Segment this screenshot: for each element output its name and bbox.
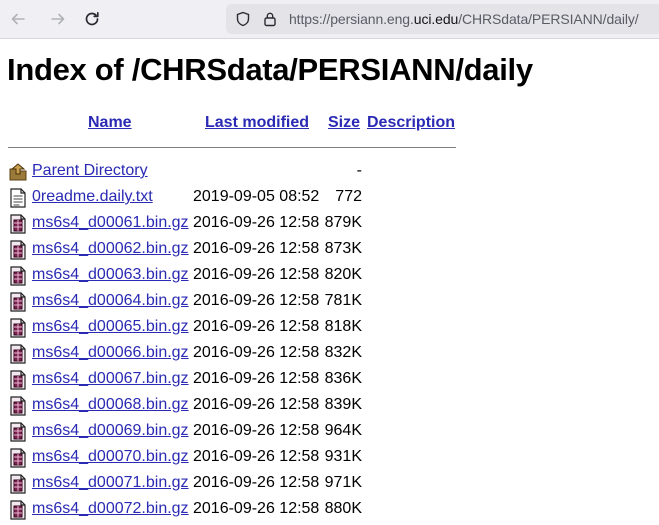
shield-icon[interactable] [235, 11, 251, 27]
file-size: 820K [324, 266, 362, 283]
column-header-description[interactable]: Description [367, 114, 455, 132]
file-link[interactable]: ms6s4_d00069.bin.gz [32, 422, 189, 440]
file-row: ms6s4_d00063.bin.gz 2016-09-26 12:58 820K [0, 263, 659, 289]
column-header-last-modified[interactable]: Last modified [205, 114, 309, 132]
file-date: 2016-09-26 12:58 [193, 474, 320, 491]
file-size: 772 [335, 188, 362, 205]
file-date: 2016-09-26 12:58 [193, 266, 320, 283]
file-row: ms6s4_d00061.bin.gz 2016-09-26 12:58 879K [0, 211, 659, 237]
file-date: 2019-09-05 08:52 [193, 188, 320, 205]
forward-button[interactable] [48, 9, 68, 29]
parent-directory-link[interactable]: Parent Directory [32, 162, 148, 180]
text-file-icon [10, 188, 26, 208]
url-bar[interactable]: https://persiann.eng.uci.edu/CHRSdata/PE… [226, 4, 659, 34]
file-link[interactable]: ms6s4_d00063.bin.gz [32, 266, 189, 284]
archive-file-icon [10, 266, 26, 286]
url-domain: uci.edu [413, 11, 459, 27]
lock-icon[interactable] [262, 11, 278, 27]
file-row: ms6s4_d00062.bin.gz 2016-09-26 12:58 873K [0, 237, 659, 263]
file-link[interactable]: ms6s4_d00065.bin.gz [32, 318, 189, 336]
file-date: 2016-09-26 12:58 [193, 448, 320, 465]
reload-icon [85, 11, 99, 26]
file-size: 879K [324, 214, 362, 231]
column-header-size[interactable]: Size [328, 114, 360, 132]
file-row: ms6s4_d00071.bin.gz 2016-09-26 12:58 971K [0, 471, 659, 497]
file-date: 2016-09-26 12:58 [193, 396, 320, 413]
page-title: Index of /CHRSdata/PERSIANN/daily [7, 52, 533, 87]
url-prefix: https://persiann.eng. [289, 11, 414, 27]
header-divider [8, 147, 456, 148]
file-row: ms6s4_d00072.bin.gz 2016-09-26 12:58 880K [0, 497, 659, 523]
file-date: 2016-09-26 12:58 [193, 370, 320, 387]
back-button[interactable] [8, 9, 28, 29]
file-date: 2016-09-26 12:58 [193, 214, 320, 231]
browser-toolbar: https://persiann.eng.uci.edu/CHRSdata/PE… [0, 0, 659, 39]
file-size: 818K [324, 318, 362, 335]
file-date: 2016-09-26 12:58 [193, 292, 320, 309]
file-link[interactable]: ms6s4_d00072.bin.gz [32, 500, 189, 518]
column-header-name[interactable]: Name [88, 114, 132, 132]
file-row: 0readme.daily.txt 2019-09-05 08:52 772 [0, 185, 659, 211]
file-row: ms6s4_d00067.bin.gz 2016-09-26 12:58 836K [0, 367, 659, 393]
file-date: 2016-09-26 12:58 [193, 500, 320, 517]
file-date: 2016-09-26 12:58 [193, 422, 320, 439]
file-date: 2016-09-26 12:58 [193, 318, 320, 335]
file-size: 832K [324, 344, 362, 361]
archive-file-icon [10, 500, 26, 520]
back-folder-icon [9, 163, 27, 181]
file-size: 781K [324, 292, 362, 309]
file-row: ms6s4_d00065.bin.gz 2016-09-26 12:58 818K [0, 315, 659, 341]
file-size: - [356, 162, 362, 179]
arrow-right-icon [51, 13, 65, 25]
file-size: 839K [324, 396, 362, 413]
parent-directory-row: Parent Directory - [0, 159, 659, 185]
file-link[interactable]: ms6s4_d00062.bin.gz [32, 240, 189, 258]
reload-button[interactable] [82, 9, 102, 29]
file-size: 931K [324, 448, 362, 465]
file-link[interactable]: ms6s4_d00061.bin.gz [32, 214, 189, 232]
file-size: 873K [324, 240, 362, 257]
url-path: /CHRSdata/PERSIANN/daily/ [458, 11, 639, 27]
file-link[interactable]: ms6s4_d00068.bin.gz [32, 396, 189, 414]
archive-file-icon [10, 344, 26, 364]
file-link[interactable]: ms6s4_d00070.bin.gz [32, 448, 189, 466]
archive-file-icon [10, 370, 26, 390]
file-row: ms6s4_d00064.bin.gz 2016-09-26 12:58 781K [0, 289, 659, 315]
arrow-left-icon [11, 13, 25, 25]
file-size: 880K [324, 500, 362, 517]
archive-file-icon [10, 422, 26, 442]
file-link[interactable]: 0readme.daily.txt [32, 188, 153, 206]
file-date: 2016-09-26 12:58 [193, 344, 320, 361]
file-link[interactable]: ms6s4_d00067.bin.gz [32, 370, 189, 388]
file-row: ms6s4_d00069.bin.gz 2016-09-26 12:58 964K [0, 419, 659, 445]
file-size: 971K [324, 474, 362, 491]
file-row: ms6s4_d00070.bin.gz 2016-09-26 12:58 931K [0, 445, 659, 471]
file-date: 2016-09-26 12:58 [193, 240, 320, 257]
file-row: ms6s4_d00066.bin.gz 2016-09-26 12:58 832K [0, 341, 659, 367]
file-row: ms6s4_d00068.bin.gz 2016-09-26 12:58 839K [0, 393, 659, 419]
archive-file-icon [10, 318, 26, 338]
file-link[interactable]: ms6s4_d00064.bin.gz [32, 292, 189, 310]
file-size: 964K [324, 422, 362, 439]
file-link[interactable]: ms6s4_d00071.bin.gz [32, 474, 189, 492]
archive-file-icon [10, 292, 26, 312]
archive-file-icon [10, 214, 26, 234]
file-size: 836K [324, 370, 362, 387]
archive-file-icon [10, 240, 26, 260]
archive-file-icon [10, 474, 26, 494]
url-text[interactable]: https://persiann.eng.uci.edu/CHRSdata/PE… [289, 11, 639, 27]
archive-file-icon [10, 448, 26, 468]
archive-file-icon [10, 396, 26, 416]
file-link[interactable]: ms6s4_d00066.bin.gz [32, 344, 189, 362]
